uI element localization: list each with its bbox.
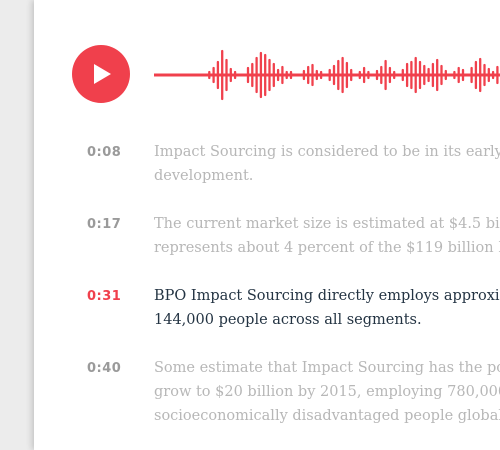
transcript-entry-active[interactable]: 0:31 BPO Impact Sourcing directly employ… bbox=[34, 284, 500, 356]
text-line: grow to $20 billion by 2015, employing 7… bbox=[154, 384, 500, 400]
text-line: socioeconomically disadvantaged people g… bbox=[154, 408, 500, 424]
text-line: The current market size is estimated at … bbox=[154, 216, 500, 232]
transcript-card: 0:08 Impact Sourcing is considered to be… bbox=[34, 0, 500, 450]
text-line: BPO Impact Sourcing directly employs app… bbox=[154, 288, 500, 304]
transcript-text: BPO Impact Sourcing directly employs app… bbox=[154, 284, 500, 332]
waveform[interactable] bbox=[154, 49, 500, 101]
timestamp[interactable]: 0:17 bbox=[87, 217, 147, 232]
timestamp[interactable]: 0:31 bbox=[87, 289, 147, 304]
timestamp[interactable]: 0:08 bbox=[87, 145, 147, 160]
transcript-entry[interactable]: 0:40 Some estimate that Impact Sourcing … bbox=[34, 356, 500, 428]
transcript-entry[interactable]: 0:08 Impact Sourcing is considered to be… bbox=[34, 140, 500, 212]
play-icon bbox=[94, 64, 111, 84]
text-line: 144,000 people across all segments. bbox=[154, 312, 422, 328]
transcript-list: 0:08 Impact Sourcing is considered to be… bbox=[34, 140, 500, 428]
text-line: development. bbox=[154, 168, 254, 184]
audio-player bbox=[72, 45, 500, 103]
transcript-text: Some estimate that Impact Sourcing has t… bbox=[154, 356, 500, 428]
timestamp[interactable]: 0:40 bbox=[87, 361, 147, 376]
play-button[interactable] bbox=[72, 45, 130, 103]
transcript-entry[interactable]: 0:17 The current market size is estimate… bbox=[34, 212, 500, 284]
transcript-text: The current market size is estimated at … bbox=[154, 212, 500, 260]
transcript-text: Impact Sourcing is considered to be in i… bbox=[154, 140, 500, 188]
text-line: Impact Sourcing is considered to be in i… bbox=[154, 144, 500, 160]
text-line: Some estimate that Impact Sourcing has t… bbox=[154, 360, 500, 376]
text-line: represents about 4 percent of the $119 b… bbox=[154, 240, 500, 256]
